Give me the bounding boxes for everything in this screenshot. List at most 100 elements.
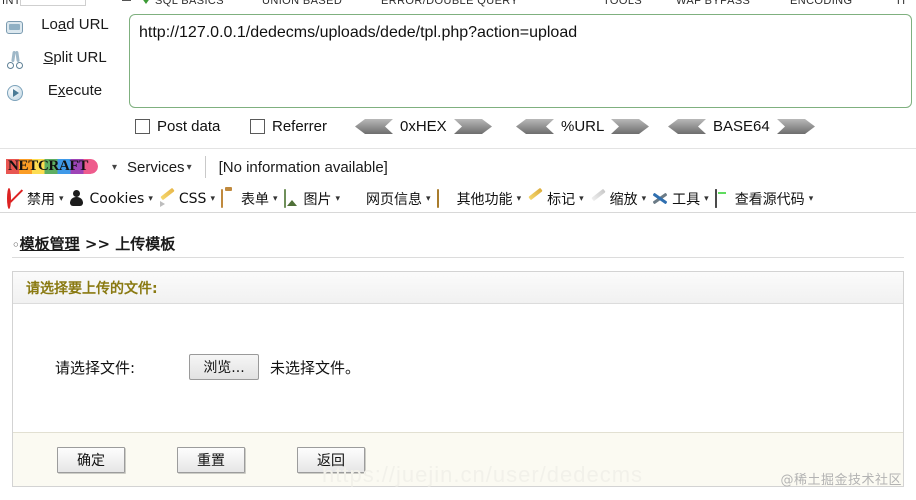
chevron-down-icon[interactable]: ▾ (809, 193, 814, 204)
webdev-item-cookies[interactable]: Cookies ▾ (67, 186, 156, 212)
split-url-label: Split URL (43, 49, 107, 66)
encode-right-arrow-icon[interactable] (453, 118, 492, 135)
outline-pen-icon (527, 187, 544, 207)
chevron-down-icon[interactable]: ▾ (704, 193, 709, 204)
chevron-down-icon[interactable]: ▾ (426, 193, 431, 204)
browser-window: INT SQL BASICS UNION BASED ERROR/DOUBLE … (0, 0, 916, 500)
menu-item-waf-bypass[interactable]: WAF BYPASS (676, 0, 750, 7)
chevron-down-icon[interactable]: ▾ (642, 193, 647, 204)
referrer-checkbox-box[interactable] (250, 119, 265, 134)
netcraft-logo-text: NETCRAFT (8, 158, 89, 174)
menu-item-tools[interactable]: TOOLS (603, 0, 642, 7)
file-select-row: 请选择文件: 浏览... 未选择文件。 (55, 354, 360, 380)
disable-icon (7, 188, 24, 209)
encoder-label-url: %URL (561, 118, 605, 135)
breadcrumb-bullet-icon: ◦ (12, 237, 20, 252)
upload-panel-header: 请选择要上传的文件: (13, 272, 903, 304)
menu-item-sql-basics[interactable]: SQL BASICS (155, 0, 224, 7)
chevron-down-icon[interactable]: ▾ (187, 162, 192, 173)
info-icon (346, 190, 363, 207)
webdev-item-tools[interactable]: 工具 ▾ (649, 186, 712, 212)
webdev-item-disable[interactable]: 禁用 ▾ (4, 186, 67, 212)
play-icon (5, 84, 25, 103)
chevron-down-icon[interactable]: ▾ (336, 193, 341, 204)
chevron-down-icon[interactable]: ▾ (517, 193, 522, 204)
encode-right-arrow-icon[interactable] (776, 118, 815, 135)
chevron-down-icon[interactable]: ▾ (273, 193, 278, 204)
webdev-label-view-source: 查看源代码 (734, 191, 805, 208)
menu-item-error-query[interactable]: ERROR/DOUBLE QUERY (381, 0, 518, 7)
encoder-label-0xhex: 0xHEX (400, 118, 447, 135)
form-clipboard-icon (220, 189, 238, 208)
post-data-checkbox[interactable]: Post data (135, 118, 220, 135)
load-url-label: Load URL (41, 16, 109, 33)
menu-item-ti[interactable]: TI (895, 0, 906, 7)
green-triangle-icon[interactable] (141, 0, 151, 4)
decode-left-arrow-icon[interactable] (668, 118, 706, 135)
cookie-icon (69, 190, 87, 207)
post-data-checkbox-box[interactable] (135, 119, 150, 134)
hackbar-menu-strip: INT SQL BASICS UNION BASED ERROR/DOUBLE … (0, 0, 916, 11)
menu-item-int[interactable]: INT (2, 0, 21, 7)
upload-panel-title: 请选择要上传的文件: (26, 280, 158, 297)
css-pen-icon (159, 187, 176, 207)
webdev-label-cookies: Cookies (89, 190, 145, 207)
chevron-down-icon[interactable]: ▾ (148, 193, 153, 204)
decode-left-arrow-icon[interactable] (355, 118, 393, 135)
chevron-down-icon[interactable]: ▾ (59, 193, 64, 204)
view-source-icon (714, 189, 732, 208)
breadcrumb-separator: >> (84, 234, 111, 253)
page-content: ◦模板管理 >> 上传模板 请选择要上传的文件: 请选择文件: 浏览... 未选… (0, 213, 916, 500)
menu-item-union-based[interactable]: UNION BASED (262, 0, 342, 7)
breadcrumb-link-template-manage[interactable]: 模板管理 (20, 235, 80, 253)
breadcrumb-current: 上传模板 (115, 234, 176, 253)
referrer-checkbox[interactable]: Referrer (250, 118, 327, 135)
browse-button[interactable]: 浏览... (189, 354, 259, 380)
watermark-juejin: @稀土掘金技术社区 (780, 473, 902, 488)
webdev-item-css[interactable]: CSS ▾ (156, 186, 218, 212)
encoder-0xhex: 0xHEX (355, 118, 492, 135)
netcraft-toolbar: NETCRAFT ▾ Services ▾ [No information av… (0, 148, 916, 185)
chevron-down-icon[interactable]: ▾ (579, 193, 584, 204)
webdev-item-outline[interactable]: 标记 ▾ (524, 186, 587, 212)
chevron-down-icon[interactable]: ▾ (112, 162, 117, 173)
webdev-item-resize[interactable]: 缩放 ▾ (587, 186, 650, 212)
breadcrumb: ◦模板管理 >> 上传模板 (12, 229, 904, 258)
webdev-label-tools: 工具 (672, 191, 701, 208)
load-url-icon (5, 18, 25, 37)
execute-button[interactable]: Execute (0, 77, 124, 110)
webdev-label-outline: 标记 (547, 191, 576, 208)
webdev-label-disable: 禁用 (27, 191, 55, 208)
submit-button[interactable]: 确定 (57, 446, 125, 473)
split-url-button[interactable]: Split URL (0, 44, 124, 77)
hackbar-options-row: Post data Referrer 0xHEX %URL BASE64 Ins… (0, 110, 916, 257)
watermark-url: https://juejin.cn/user/dedecms (322, 462, 644, 487)
netcraft-services-label[interactable]: Services (127, 159, 185, 176)
image-icon (283, 189, 301, 208)
webdev-item-forms[interactable]: 表单 ▾ (218, 186, 281, 212)
referrer-label: Referrer (272, 118, 328, 135)
webdev-label-css: CSS (178, 190, 207, 207)
encode-right-arrow-icon[interactable] (611, 118, 650, 135)
minus-icon[interactable] (122, 0, 131, 1)
scissors-icon (5, 50, 25, 70)
netcraft-logo[interactable]: NETCRAFT (6, 157, 104, 177)
webdev-item-misc[interactable]: 其他功能 ▾ (434, 186, 525, 212)
webdev-item-page-info[interactable]: 网页信息 ▾ (343, 186, 434, 212)
upload-panel: 请选择要上传的文件: 请选择文件: 浏览... 未选择文件。 确定 重置 返回 (12, 271, 904, 487)
file-select-label: 请选择文件: (55, 358, 136, 377)
webdev-item-view-source[interactable]: 查看源代码 ▾ (712, 186, 817, 212)
post-data-label: Post data (157, 118, 221, 135)
hackbar-menu-input[interactable] (20, 0, 86, 6)
hackbar-actions: Load URL Split URL Execute (0, 11, 124, 110)
webdev-item-images[interactable]: 图片 ▾ (281, 186, 344, 212)
encoder-base64: BASE64 (668, 118, 815, 135)
url-input[interactable] (129, 14, 912, 108)
encoder-label-base64: BASE64 (713, 118, 770, 135)
chevron-down-icon[interactable]: ▾ (210, 193, 215, 204)
decode-left-arrow-icon[interactable] (516, 118, 554, 135)
load-url-button[interactable]: Load URL (0, 11, 124, 44)
reset-button[interactable]: 重置 (177, 446, 245, 473)
encoder-url: %URL (516, 118, 650, 135)
menu-item-encoding[interactable]: ENCODING (790, 0, 852, 7)
